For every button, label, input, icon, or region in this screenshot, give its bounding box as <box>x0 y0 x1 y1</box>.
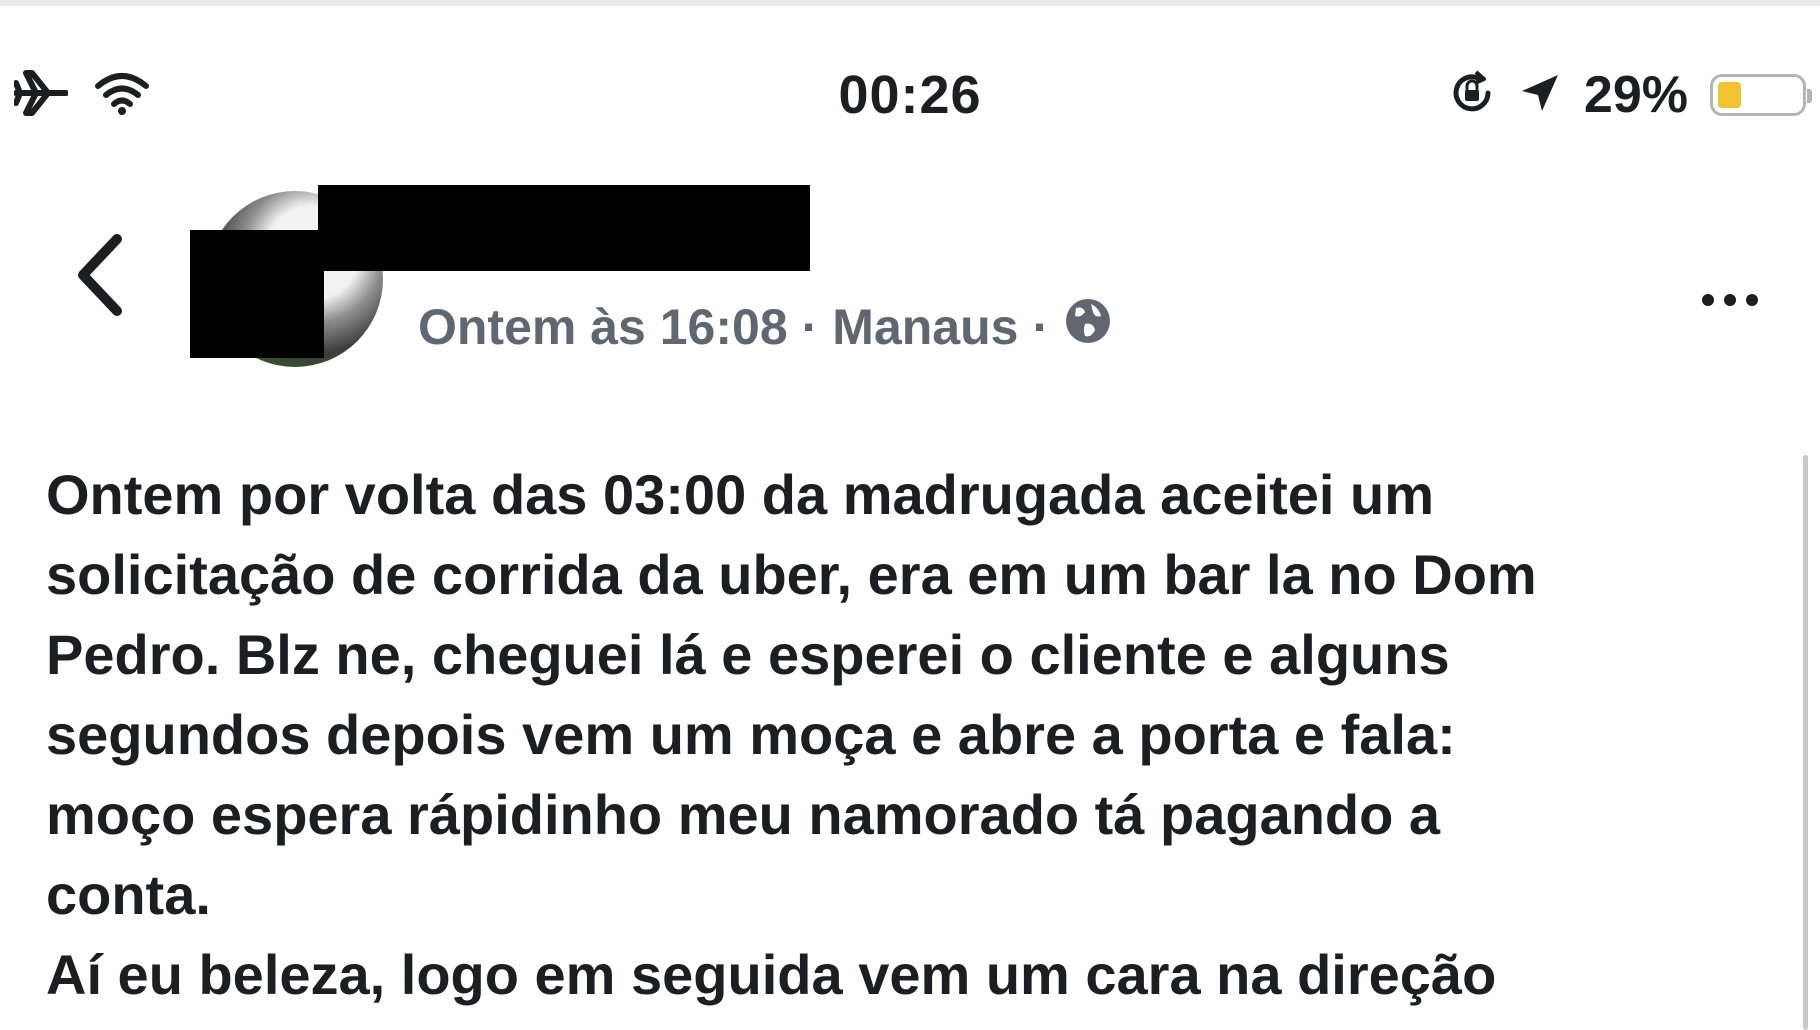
status-bar: 00:26 29% <box>0 55 1820 135</box>
redaction-box-avatar <box>190 230 324 358</box>
post-body: Ontem por volta das 03:00 da madrugada a… <box>46 455 1746 1015</box>
more-dots-icon <box>1702 294 1714 306</box>
post-timestamp[interactable]: Ontem às 16:08 <box>418 298 788 356</box>
top-divider <box>0 0 1820 6</box>
status-right: 29% <box>1448 63 1812 127</box>
post-text-line: moço espera rápidinho meu namorado tá pa… <box>46 783 1441 846</box>
post-text-line: conta. <box>46 863 211 926</box>
more-options-button[interactable] <box>1680 270 1780 330</box>
post-text-line: segundos depois vem um moça e abre a por… <box>46 703 1456 766</box>
orientation-lock-icon <box>1448 69 1496 122</box>
battery-level-fill <box>1718 82 1741 108</box>
post-header: Ontem às 16:08 · Manaus · <box>0 175 1820 375</box>
post-text-line: Aí eu beleza, logo em seguida vem um car… <box>46 943 1497 1006</box>
post-text-line: Pedro. Blz ne, cheguei lá e esperei o cl… <box>46 623 1450 686</box>
post-location[interactable]: Manaus <box>832 298 1018 356</box>
post-text-line: solicitação de corrida da uber, era em u… <box>46 543 1537 606</box>
meta-separator: · <box>801 299 819 355</box>
meta-separator: · <box>1032 299 1050 355</box>
chevron-left-icon <box>78 234 122 316</box>
back-button[interactable] <box>60 225 140 325</box>
battery-icon <box>1710 74 1812 116</box>
globe-icon <box>1063 296 1113 358</box>
post-text-line: Ontem por volta das 03:00 da madrugada a… <box>46 463 1434 526</box>
scrollbar[interactable] <box>1803 455 1808 1030</box>
location-arrow-icon <box>1518 71 1562 120</box>
redaction-box-name <box>318 185 810 271</box>
post-meta: Ontem às 16:08 · Manaus · <box>418 287 1113 367</box>
battery-percent: 29% <box>1583 66 1688 124</box>
